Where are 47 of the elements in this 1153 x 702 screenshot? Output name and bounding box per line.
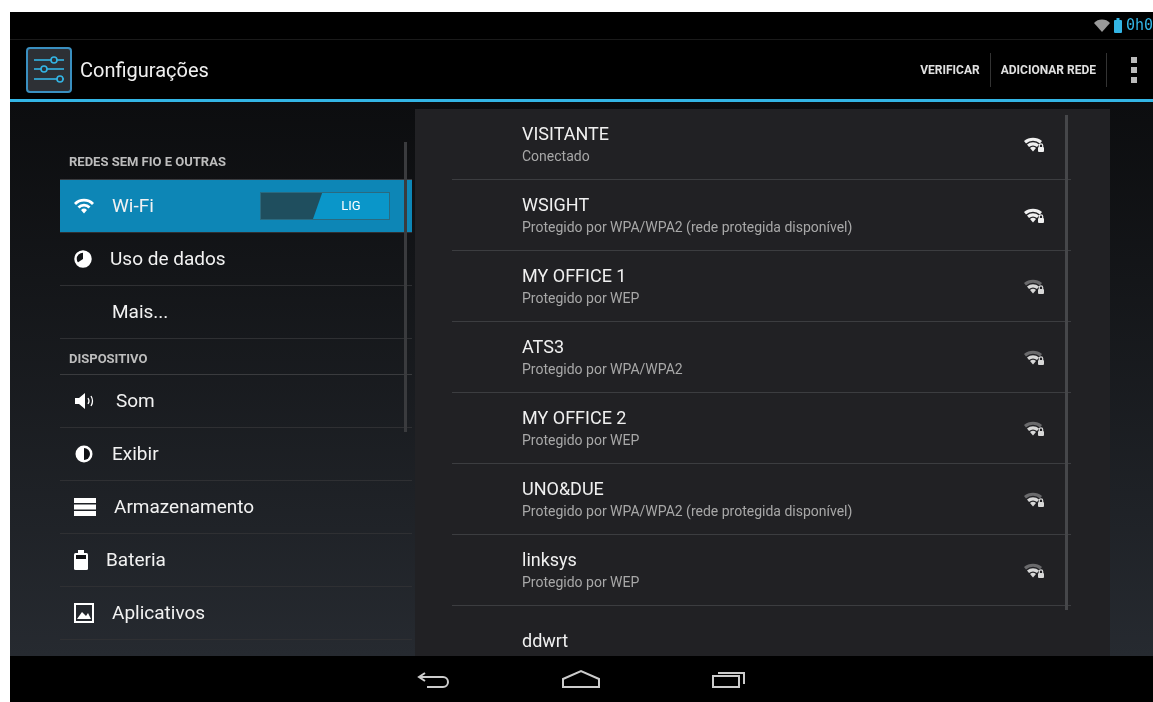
- sidebar-item[interactable]: Exibir: [60, 428, 412, 481]
- sidebar-item-label: Armazenamento: [114, 493, 256, 520]
- back-icon[interactable]: [416, 670, 451, 688]
- screen-title: Configurações: [80, 56, 210, 84]
- network-status: Protegido por WPA/WPA2 (rede protegida disponível): [522, 218, 854, 237]
- network-name: ATS3: [522, 335, 565, 359]
- network-name: MY OFFICE 2: [522, 406, 628, 430]
- network-status: Protegido por WPA/WPA2: [522, 360, 684, 379]
- home-icon[interactable]: [560, 669, 601, 689]
- overflow-menu-icon[interactable]: [1131, 56, 1137, 83]
- pie-chart-icon: [74, 250, 92, 268]
- section-header: DISPOSITIVO: [69, 349, 148, 368]
- sidebar-item-label: Wi-Fi: [112, 192, 155, 219]
- network-name: VISITANTE: [522, 122, 611, 146]
- network-name: linksys: [522, 548, 578, 572]
- network-name: WSIGHT: [522, 193, 591, 217]
- sidebar-item-label: Aplicativos: [112, 599, 207, 626]
- wifi-icon: [74, 198, 94, 214]
- toolbar-button[interactable]: VERIFICAR: [910, 38, 990, 101]
- sidebar-item[interactable]: Armazenamento: [60, 481, 412, 534]
- network-status: Conectado: [522, 147, 591, 166]
- storage-icon: [74, 498, 96, 516]
- section-header: REDES SEM FIO E OUTRAS: [69, 152, 226, 171]
- network-name: UNO&DUE: [522, 477, 605, 501]
- clock-time: 0h0: [1125, 15, 1153, 37]
- sidebar-item-label: Som: [116, 387, 156, 414]
- network-status: Protegido por WEP: [522, 573, 641, 592]
- brightness-icon: [74, 444, 94, 464]
- sidebar-item[interactable]: Wi-Fi LIG: [60, 180, 412, 233]
- network-status: Protegido por WEP: [522, 289, 641, 308]
- sidebar-item[interactable]: Aplicativos: [60, 587, 412, 640]
- network-name: MY OFFICE 1: [522, 264, 628, 288]
- settings-icon[interactable]: [26, 46, 72, 93]
- network-status: Protegido por WPA/WPA2 (rede protegida disponível): [522, 502, 854, 521]
- toolbar-button[interactable]: ADICIONAR REDE: [990, 38, 1106, 101]
- battery-icon: [1113, 18, 1122, 33]
- sidebar-item-label: Mais...: [112, 298, 170, 325]
- network-status: Protegido por WEP: [522, 431, 641, 450]
- sidebar-item[interactable]: Bateria: [60, 534, 412, 587]
- sidebar-item-label: Exibir: [112, 440, 160, 467]
- sidebar-item-label: Uso de dados: [110, 245, 227, 272]
- network-name: ddwrt: [522, 629, 570, 653]
- sidebar-item-label: Bateria: [106, 546, 167, 573]
- wifi-signal-icon: [1093, 19, 1110, 32]
- image-icon: [74, 603, 94, 623]
- battery-icon: [74, 550, 88, 570]
- recent-apps-icon[interactable]: [710, 669, 747, 689]
